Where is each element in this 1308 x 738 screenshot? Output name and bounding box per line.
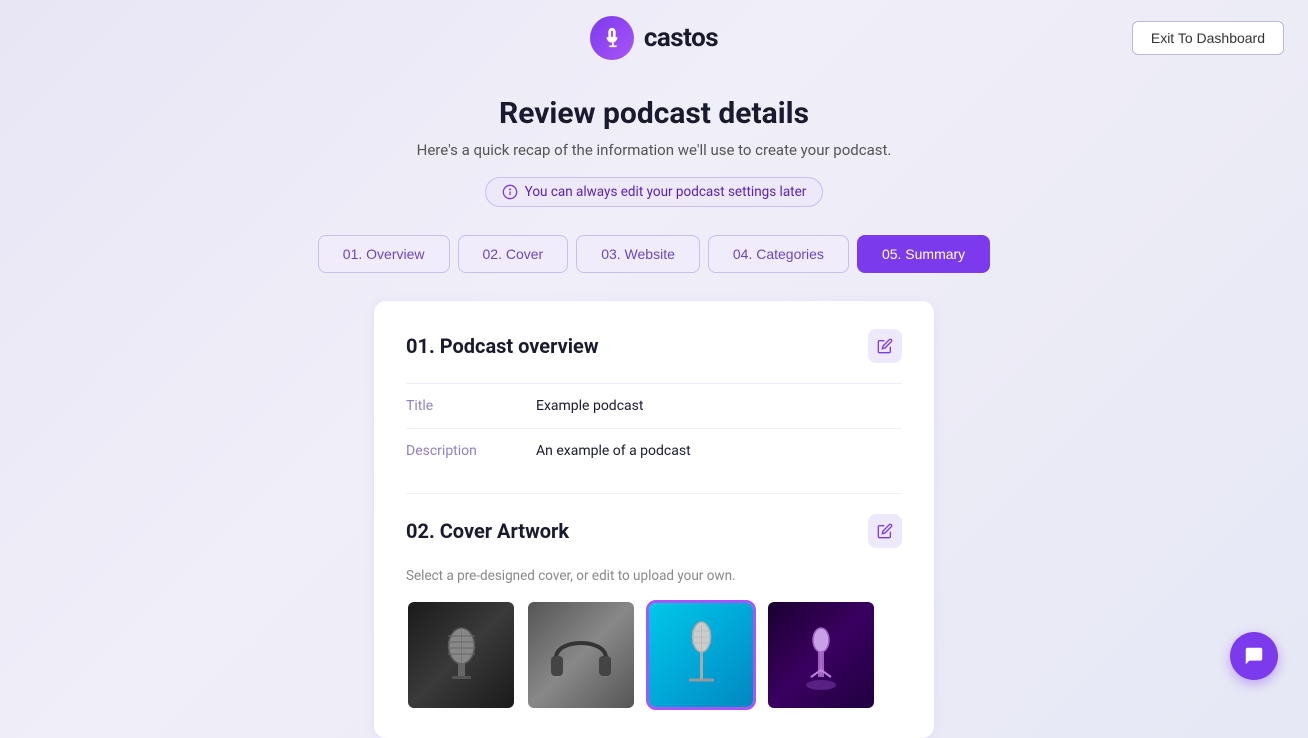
description-row: Description An example of a podcast	[406, 428, 902, 473]
title-value: Example podcast	[536, 398, 643, 414]
cover-section-header: 02. Cover Artwork	[406, 514, 902, 548]
info-badge: You can always edit your podcast setting…	[485, 177, 824, 207]
vintage-mic-icon	[434, 618, 489, 693]
info-badge-text: You can always edit your podcast setting…	[525, 184, 807, 200]
step-website[interactable]: 03. Website	[576, 235, 700, 273]
cover-image-1	[408, 602, 514, 708]
step-categories[interactable]: 04. Categories	[708, 235, 849, 273]
title-label: Title	[406, 398, 536, 414]
overview-edit-button[interactable]	[868, 329, 902, 363]
pencil-icon	[877, 338, 893, 354]
section-divider	[406, 493, 902, 494]
cover-image-4	[768, 602, 874, 708]
cover-option-1[interactable]	[406, 600, 516, 710]
description-label: Description	[406, 443, 536, 459]
page-subtitle: Here's a quick recap of the information …	[417, 141, 892, 159]
cover-image-2	[528, 602, 634, 708]
page-title: Review podcast details	[499, 96, 809, 131]
overview-section-header: 01. Podcast overview	[406, 329, 902, 363]
step-overview[interactable]: 01. Overview	[318, 235, 450, 273]
cover-image-3	[649, 603, 753, 707]
logo: castos	[590, 16, 718, 60]
chat-icon	[1243, 645, 1265, 667]
exit-dashboard-button[interactable]: Exit To Dashboard	[1132, 21, 1284, 55]
cover-edit-button[interactable]	[868, 514, 902, 548]
cover-grid	[406, 600, 902, 710]
cover-title: 02. Cover Artwork	[406, 519, 569, 543]
stage-mic-icon	[796, 615, 846, 695]
step-cover[interactable]: 02. Cover	[458, 235, 569, 273]
chat-bubble-button[interactable]	[1230, 632, 1278, 680]
steps-nav: 01. Overview 02. Cover 03. Website 04. C…	[318, 235, 990, 273]
cover-option-4[interactable]	[766, 600, 876, 710]
overview-title: 01. Podcast overview	[406, 334, 599, 358]
mic-stand-icon	[674, 615, 729, 695]
pencil-icon-2	[877, 523, 893, 539]
info-icon	[502, 184, 518, 200]
main-content: Review podcast details Here's a quick re…	[0, 76, 1308, 738]
headphones-icon	[546, 623, 616, 688]
description-value: An example of a podcast	[536, 443, 691, 459]
cover-option-2[interactable]	[526, 600, 636, 710]
logo-text: castos	[644, 23, 718, 53]
cover-subtitle: Select a pre-designed cover, or edit to …	[406, 568, 902, 584]
content-card: 01. Podcast overview Title Example podca…	[374, 301, 934, 738]
microphone-icon	[601, 27, 623, 49]
logo-icon	[590, 16, 634, 60]
header: castos Exit To Dashboard	[0, 0, 1308, 76]
step-summary[interactable]: 05. Summary	[857, 235, 990, 273]
title-row: Title Example podcast	[406, 383, 902, 428]
cover-option-3[interactable]	[646, 600, 756, 710]
